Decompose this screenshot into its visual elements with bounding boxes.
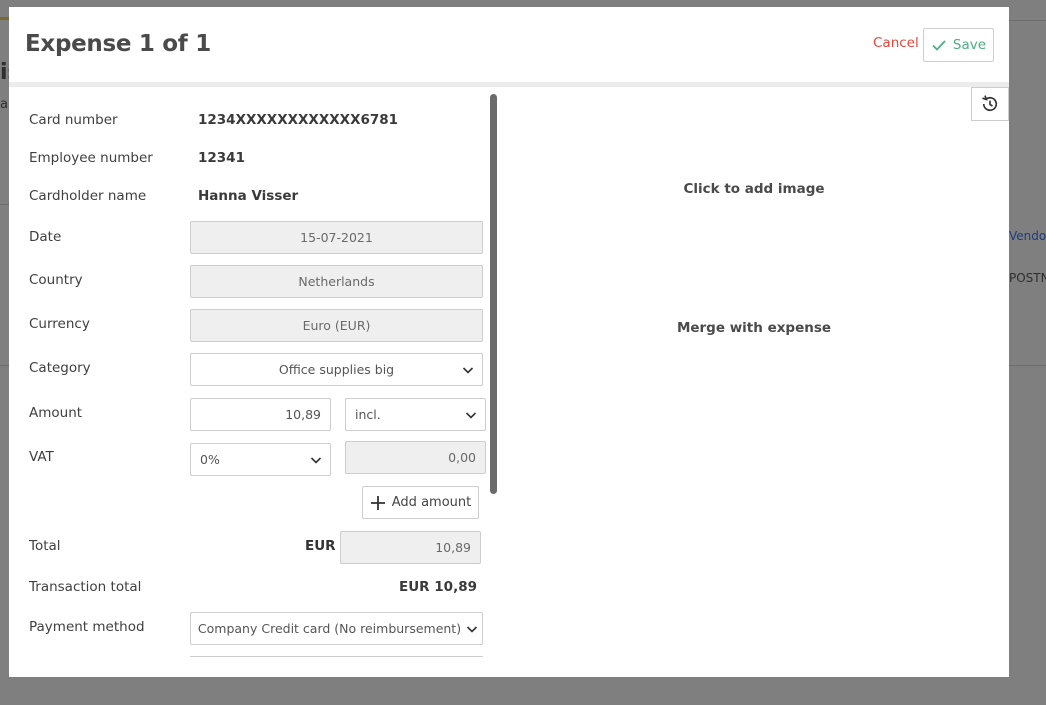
transaction-total-label: Transaction total <box>29 579 142 595</box>
country-label: Country <box>29 272 83 288</box>
country-value: Netherlands <box>298 274 375 289</box>
form-scrollbar[interactable] <box>490 94 497 494</box>
currency-value: Euro (EUR) <box>302 318 371 333</box>
category-value: Office supplies big <box>278 362 395 377</box>
add-image-link[interactable]: Click to add image <box>683 181 824 197</box>
check-icon <box>932 40 946 51</box>
chevron-down-icon <box>465 412 477 419</box>
save-button-label: Save <box>952 37 987 53</box>
chevron-down-icon <box>466 626 478 633</box>
total-label: Total <box>29 538 61 554</box>
background-subtitle: a <box>0 97 8 112</box>
amount-input[interactable]: 10,89 <box>190 398 331 431</box>
vat-rate-value: 0% <box>200 452 220 467</box>
tax-mode-value: incl. <box>355 407 381 422</box>
plus-icon <box>370 495 385 510</box>
background-cell: POSTN <box>1009 271 1046 285</box>
modal-title: Expense 1 of 1 <box>25 31 211 57</box>
cardholder-name-label: Cardholder name <box>29 188 147 204</box>
currency-field[interactable]: Euro (EUR) <box>190 309 483 342</box>
payment-method-label: Payment method <box>29 619 145 635</box>
tax-mode-select[interactable]: incl. <box>345 398 486 431</box>
employee-number-label: Employee number <box>29 150 153 166</box>
vat-label: VAT <box>29 449 54 465</box>
date-value: 15-07-2021 <box>300 230 373 245</box>
cardholder-name-value: Hanna Visser <box>198 188 299 204</box>
category-label: Category <box>29 360 91 376</box>
total-value: 10,89 <box>435 540 471 555</box>
background-vendor-link: Vendor <box>1009 229 1046 243</box>
add-amount-label: Add amount <box>391 495 472 510</box>
vat-rate-select[interactable]: 0% <box>190 443 331 476</box>
background-divider <box>0 365 9 366</box>
payment-method-value: Company Credit card (No reimbursement) <box>197 621 462 636</box>
total-currency: EUR <box>305 538 336 554</box>
merge-expense-link[interactable]: Merge with expense <box>677 320 831 336</box>
country-field[interactable]: Netherlands <box>190 265 483 298</box>
history-button[interactable] <box>971 87 1009 121</box>
save-button[interactable]: Save <box>923 28 994 62</box>
background-divider <box>1009 365 1046 366</box>
expense-modal: Expense 1 of 1 Cancel Save Card number 1… <box>9 7 1009 677</box>
chevron-down-icon <box>462 367 474 374</box>
chevron-down-icon <box>310 457 322 464</box>
transaction-total-value: EUR 10,89 <box>399 579 477 595</box>
card-number-value: 1234XXXXXXXXXXXX6781 <box>198 112 399 128</box>
total-field[interactable]: 10,89 <box>340 531 481 564</box>
category-select[interactable]: Office supplies big <box>190 353 483 386</box>
cancel-button[interactable]: Cancel <box>873 35 919 51</box>
amount-label: Amount <box>29 405 83 421</box>
amount-value: 10,89 <box>285 407 321 422</box>
card-number-label: Card number <box>29 112 118 128</box>
vat-amount-value: 0,00 <box>448 450 476 465</box>
date-label: Date <box>29 229 62 245</box>
employee-number-value: 12341 <box>198 150 245 166</box>
add-amount-button[interactable]: Add amount <box>362 486 479 519</box>
currency-label: Currency <box>29 316 90 332</box>
next-field-partial <box>190 656 483 657</box>
background-divider <box>1009 20 1046 21</box>
vat-amount-field[interactable]: 0,00 <box>345 441 486 474</box>
image-pane <box>499 87 1009 677</box>
payment-method-select[interactable]: Company Credit card (No reimbursement) <box>190 612 483 645</box>
modal-header: Expense 1 of 1 Cancel Save <box>9 7 1009 82</box>
date-field[interactable]: 15-07-2021 <box>190 221 483 254</box>
history-icon <box>982 95 998 112</box>
background-divider <box>0 204 9 205</box>
